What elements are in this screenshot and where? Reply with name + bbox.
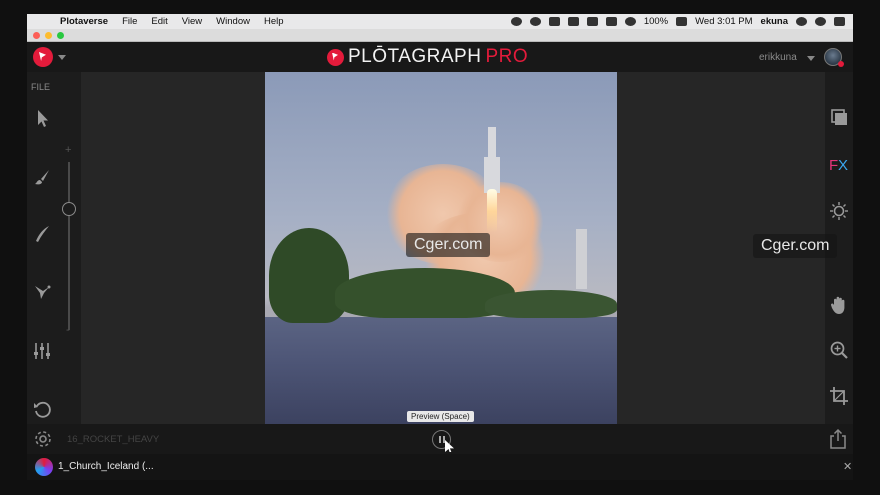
svg-text:X: X xyxy=(838,157,848,174)
menu-file[interactable]: File xyxy=(115,16,144,27)
airplay-icon[interactable] xyxy=(605,17,617,26)
dropbox-icon[interactable] xyxy=(567,17,579,26)
svg-text:F: F xyxy=(829,157,838,174)
watermark-right: Cger.com xyxy=(753,234,838,258)
hand-pan-icon[interactable] xyxy=(828,294,850,316)
app-window: PLŌTAGRAPH PRO erikkuna FILE + - Cger.co… xyxy=(27,29,853,480)
plotaverse-tab-icon xyxy=(35,458,53,476)
slider-plus-icon: + xyxy=(65,144,72,156)
bottom-bar: 16_ROCKET_HEAVY Preview (Space) xyxy=(27,411,853,454)
app-header: PLŌTAGRAPH PRO erikkuna xyxy=(27,42,853,72)
layers-icon[interactable] xyxy=(828,106,850,128)
share-export-icon[interactable] xyxy=(827,428,849,450)
cloud-icon[interactable] xyxy=(548,17,560,26)
menu-view[interactable]: View xyxy=(175,16,209,27)
mask-pen-icon[interactable] xyxy=(31,223,53,245)
menu-app-name[interactable]: Plotaverse xyxy=(53,16,115,27)
slider-minus-icon: - xyxy=(66,324,70,336)
brush-icon[interactable] xyxy=(31,166,53,188)
document-tab-bar: 1_Church_Iceland (... ✕ xyxy=(27,454,853,480)
preview-tooltip: Preview (Space) xyxy=(407,411,474,422)
brush-size-slider-track[interactable] xyxy=(68,162,70,330)
adjustments-sliders-icon[interactable] xyxy=(31,340,53,362)
water-surface xyxy=(265,317,617,424)
project-filename: 16_ROCKET_HEAVY xyxy=(67,434,160,445)
file-menu-label[interactable]: FILE xyxy=(31,82,50,92)
select-arrow-icon[interactable] xyxy=(31,107,53,129)
menubar-user[interactable]: ekuna xyxy=(761,16,788,27)
brand-suffix: PRO xyxy=(485,46,529,67)
menu-edit[interactable]: Edit xyxy=(144,16,174,27)
brand-logo: PLŌTAGRAPH PRO xyxy=(327,46,528,68)
canvas-area[interactable]: Cger.com xyxy=(81,72,825,424)
water-tower xyxy=(576,229,587,289)
rocket-core xyxy=(488,127,496,193)
user-menu-chevron-icon[interactable] xyxy=(807,56,815,61)
rocket-flame xyxy=(487,189,497,233)
battery-icon[interactable] xyxy=(676,17,688,26)
tree-cluster xyxy=(485,290,617,318)
rocket-booster-right xyxy=(496,157,500,193)
spotlight-search-icon[interactable] xyxy=(796,17,807,26)
fx-icon[interactable]: FX xyxy=(828,154,850,176)
document-tab-label[interactable]: 1_Church_Iceland (... xyxy=(58,461,154,472)
zoom-icon[interactable] xyxy=(828,339,850,361)
sync-icon[interactable] xyxy=(510,17,522,26)
plotagraph-logo-icon xyxy=(327,48,344,66)
rocket-booster-left xyxy=(484,157,488,193)
screen-mirror-icon[interactable] xyxy=(586,17,598,26)
battery-percent[interactable]: 100% xyxy=(644,16,668,27)
anchor-tool-icon[interactable] xyxy=(31,280,53,302)
tree-cluster xyxy=(269,228,349,323)
crop-icon[interactable] xyxy=(828,385,850,407)
brightness-icon[interactable] xyxy=(828,200,850,222)
menu-window[interactable]: Window xyxy=(209,16,257,27)
username[interactable]: erikkuna xyxy=(759,52,797,63)
window-minimize-button[interactable] xyxy=(45,32,52,39)
chevron-down-icon[interactable] xyxy=(58,55,66,60)
macos-menubar: Plotaverse File Edit View Window Help 10… xyxy=(27,14,853,29)
window-close-button[interactable] xyxy=(33,32,40,39)
notification-center-icon[interactable] xyxy=(834,17,845,26)
brush-size-slider-knob[interactable] xyxy=(62,202,76,216)
creative-cloud-icon[interactable] xyxy=(529,17,541,26)
menubar-clock[interactable]: Wed 3:01 PM xyxy=(695,16,752,27)
menu-help[interactable]: Help xyxy=(257,16,291,27)
reset-undo-icon[interactable] xyxy=(31,398,53,420)
wifi-icon[interactable] xyxy=(624,17,636,26)
screen: Plotaverse File Edit View Window Help 10… xyxy=(0,0,880,495)
watermark-center: Cger.com xyxy=(406,233,491,257)
avatar[interactable] xyxy=(824,48,844,67)
brand-name: PLŌTAGRAPH xyxy=(348,46,482,67)
siri-icon[interactable] xyxy=(815,17,826,26)
menubar-tray: 100% Wed 3:01 PM ekuna xyxy=(510,16,853,27)
window-maximize-button[interactable] xyxy=(57,32,64,39)
app-logo-menu-button[interactable] xyxy=(33,47,53,67)
close-icon[interactable]: ✕ xyxy=(843,460,852,473)
brush-size-slider-strip: + - xyxy=(57,72,81,424)
window-titlebar xyxy=(27,29,853,42)
settings-gear-icon[interactable] xyxy=(32,428,54,450)
left-toolbar: FILE xyxy=(27,72,57,424)
